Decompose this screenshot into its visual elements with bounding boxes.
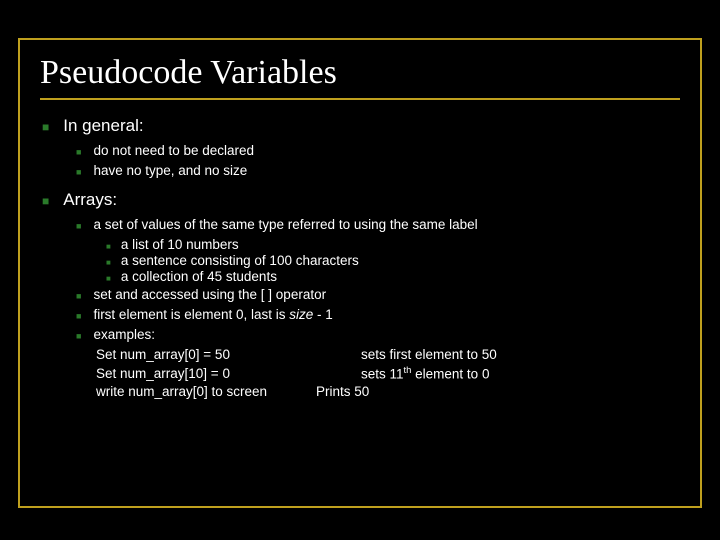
item-text: have no type, and no size [93,162,247,180]
bullet-icon: ■ [106,258,111,267]
example-row: write num_array[0] to screenPrints 50 [96,383,680,401]
item-text: examples: [93,326,155,344]
item-text: a set of values of the same type referre… [93,216,477,234]
examples-block: Set num_array[0] = 50sets first element … [96,346,680,401]
list-item: ■ do not need to be declared [76,142,680,160]
bullet-icon: ■ [106,242,111,251]
bullet-icon: ■ [76,311,81,321]
list-item: ■ examples: Set num_array[0] = 50sets firs… [76,326,680,401]
bullet-icon: ■ [76,291,81,301]
section: ■In general:■do not need to be declared■… [40,116,680,180]
example-result: sets 11th element to 0 [361,365,489,384]
sub-item-text: a collection of 45 students [121,269,277,284]
list-item: ■ set and accessed using the [ ] operator [76,286,680,304]
bullet-icon: ■ [76,167,81,177]
slide-title: Pseudocode Variables [40,54,680,100]
sub-item-text: a list of 10 numbers [121,237,239,252]
example-code: Set num_array[0] = 50 [96,346,361,364]
bullet-icon: ■ [76,147,81,157]
section: ■ Arrays: ■ a set of values of the same typ… [40,190,680,401]
example-code: write num_array[0] to screen [96,383,316,401]
item-list: ■ a set of values of the same type referr… [76,216,680,401]
example-code: Set num_array[10] = 0 [96,365,361,384]
bullet-icon: ■ [42,120,49,134]
example-row: Set num_array[10] = 0sets 11th element t… [96,365,680,384]
item-list: ■ do not need to be declared ■ have no type… [76,142,680,180]
section-label: In general: [63,116,143,136]
bullet-icon: ■ [106,274,111,283]
sub-item: ■ a collection of 45 students [106,269,680,284]
example-result: Prints 50 [316,383,369,401]
sub-list: ■ a list of 10 numbers ■ a sentence consist… [106,237,680,284]
bullet-icon: ■ [76,221,81,231]
slide: Pseudocode Variables ■ In general: ■ do not… [18,38,702,508]
item-text: do not need to be declared [93,142,254,160]
list-item: ■ first element is element 0, last is siz… [76,306,680,324]
item-text: first element is element 0, last is size… [93,306,332,324]
sub-item: ■ a list of 10 numbers [106,237,680,252]
sub-item: ■ a sentence consisting of 100 characters [106,253,680,268]
list-item: ■ a set of values of the same type referr… [76,216,680,283]
bullet-icon: ■ [76,331,81,341]
item-text: set and accessed using the [ ] operator [93,286,326,304]
section-label: Arrays: [63,190,117,210]
example-result: sets first element to 50 [361,346,497,364]
sub-item-text: a sentence consisting of 100 characters [121,253,359,268]
list-item: ■ have no type, and no size [76,162,680,180]
example-row: Set num_array[0] = 50sets first element … [96,346,680,364]
content-list: ■In general:■do not need to be declared■… [40,116,680,401]
bullet-icon: ■ [42,194,49,208]
